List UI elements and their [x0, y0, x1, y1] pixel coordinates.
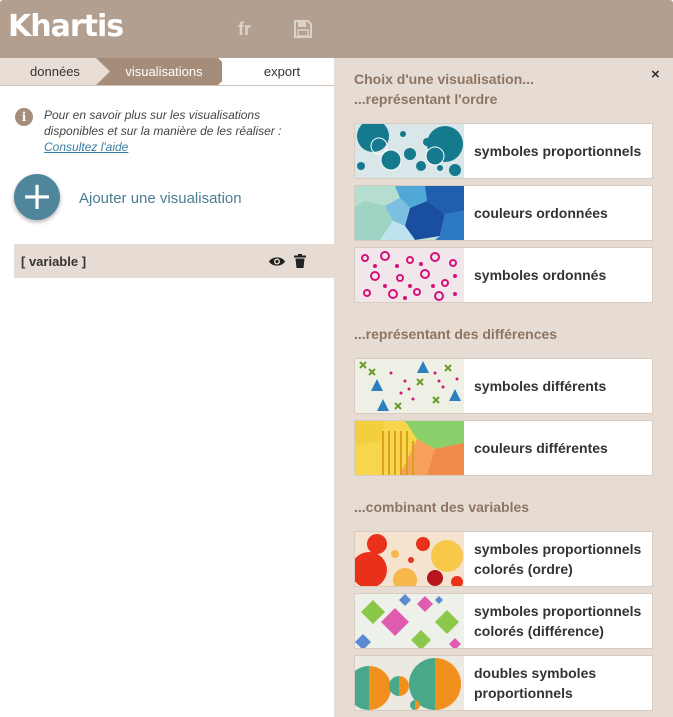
card-couleurs-ordonnees[interactable]: couleurs ordonnées	[354, 185, 653, 241]
visualisation-chooser-panel: Choix d'une visualisation... × ...représ…	[334, 58, 673, 717]
section-differences-heading: ...représentant des différences	[354, 326, 558, 342]
eye-icon[interactable]	[269, 256, 285, 267]
add-visualisation-button[interactable]: +	[14, 174, 60, 220]
card-symboles-colores-difference[interactable]: symboles proportionnels colorés (différe…	[354, 593, 653, 649]
card-label: couleurs différentes	[474, 440, 608, 456]
card-symboles-ordonnes[interactable]: symboles ordonnés	[354, 247, 653, 303]
trash-icon[interactable]	[294, 254, 306, 268]
card-label: doubles symboles proportionnels	[474, 665, 597, 701]
thumb-different-symbols	[355, 359, 464, 413]
thumb-proportional-symbols	[355, 124, 464, 178]
close-icon[interactable]: ×	[651, 66, 660, 83]
thumb-colored-symbols-difference	[355, 594, 464, 648]
plus-icon: +	[21, 174, 53, 218]
help-text: Pour en savoir plus sur les visualisatio…	[44, 107, 314, 155]
help-description: Pour en savoir plus sur les visualisatio…	[44, 108, 282, 138]
thumb-colored-symbols-order	[355, 532, 464, 586]
section-order-heading: ...représentant l'ordre	[354, 91, 498, 107]
page: Khartis fr données visualisations export…	[0, 0, 673, 717]
help-link[interactable]: Consultez l'aide	[44, 139, 314, 155]
card-couleurs-differentes[interactable]: couleurs différentes	[354, 420, 653, 476]
step-breadcrumb: données visualisations export	[0, 58, 334, 86]
info-icon: i	[15, 108, 33, 126]
card-label: couleurs ordonnées	[474, 205, 608, 221]
panel-title: Choix d'une visualisation...	[354, 71, 534, 87]
card-doubles-symboles-proportionnels[interactable]: doubles symboles proportionnels	[354, 655, 653, 711]
language-switch[interactable]: fr	[238, 19, 251, 40]
card-symboles-proportionnels[interactable]: symboles proportionnels	[354, 123, 653, 179]
card-symboles-differents[interactable]: symboles différents	[354, 358, 653, 414]
save-icon[interactable]	[293, 19, 313, 39]
app-header: Khartis fr	[0, 0, 673, 58]
step-donnees[interactable]: données	[0, 58, 110, 85]
card-label: symboles proportionnels colorés (différe…	[474, 603, 642, 639]
thumb-ordered-symbols	[355, 248, 464, 302]
variable-row[interactable]: [ variable ]	[14, 244, 334, 278]
app-logo: Khartis	[8, 9, 124, 44]
card-label: symboles proportionnels	[474, 143, 642, 159]
card-label: symboles proportionnels colorés (ordre)	[474, 541, 642, 577]
step-visualisations[interactable]: visualisations	[96, 58, 232, 85]
thumb-double-symbols	[355, 656, 464, 710]
card-label: symboles différents	[474, 378, 607, 394]
add-visualisation-label[interactable]: Ajouter une visualisation	[79, 190, 242, 207]
variable-label: [ variable ]	[21, 254, 87, 269]
card-label: symboles ordonnés	[474, 267, 607, 283]
thumb-ordered-colors	[355, 186, 464, 240]
card-symboles-colores-ordre[interactable]: symboles proportionnels colorés (ordre)	[354, 531, 653, 587]
step-export[interactable]: export	[222, 58, 334, 85]
thumb-different-colors	[355, 421, 464, 475]
section-combine-heading: ...combinant des variables	[354, 499, 530, 515]
